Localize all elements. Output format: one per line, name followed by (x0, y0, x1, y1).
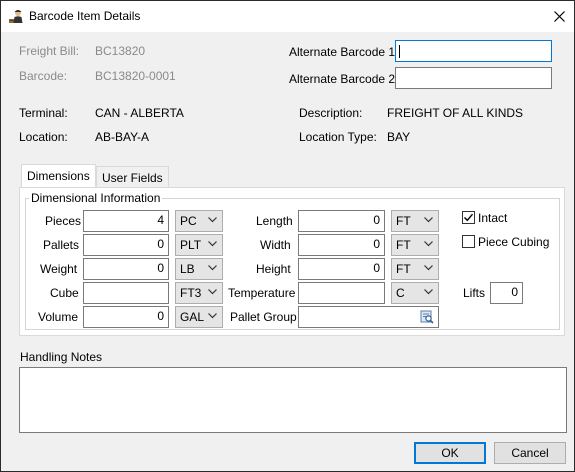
temperature-unit-value: C (396, 286, 405, 300)
pallets-label: Pallets (43, 238, 80, 252)
cube-input[interactable] (83, 282, 169, 304)
height-unit-value: FT (396, 262, 411, 276)
chevron-down-icon (424, 289, 433, 295)
pallets-unit-value: PLT (180, 238, 202, 252)
chevron-down-icon (424, 217, 433, 223)
barcode-label: Barcode: (19, 69, 68, 83)
width-unit-value: FT (396, 238, 411, 252)
text-caret (399, 45, 400, 58)
location-type-value: BAY (387, 130, 411, 144)
title-bar: Barcode Item Details (1, 1, 574, 32)
volume-unit-select[interactable]: GAL (175, 306, 223, 328)
pallets-input[interactable]: 0 (83, 234, 169, 256)
app-person-icon (8, 8, 24, 24)
intact-label: Intact (478, 211, 508, 225)
pieces-unit-value: PC (180, 214, 197, 228)
alternate-barcode-2-label: Alternate Barcode 2 (289, 72, 396, 86)
intact-checkbox[interactable] (462, 211, 475, 224)
height-input[interactable]: 0 (298, 258, 385, 280)
length-unit-value: FT (396, 214, 411, 228)
length-unit-select[interactable]: FT (391, 210, 439, 232)
barcode-item-details-dialog: Barcode Item Details Freight Bill: BC138… (0, 0, 575, 472)
height-unit-select[interactable]: FT (391, 258, 439, 280)
length-input[interactable]: 0 (298, 210, 385, 232)
location-label: Location: (19, 130, 68, 144)
freight-bill-label: Freight Bill: (19, 44, 80, 58)
barcode-value: BC13820-0001 (95, 69, 176, 83)
chevron-down-icon (208, 265, 217, 271)
cube-unit-value: FT3 (180, 286, 202, 300)
width-input[interactable]: 0 (298, 234, 385, 256)
piece-cubing-label: Piece Cubing (478, 235, 550, 249)
pieces-unit-select[interactable]: PC (175, 210, 223, 232)
chevron-down-icon (208, 217, 217, 223)
chevron-down-icon (424, 265, 433, 271)
cube-label: Cube (50, 286, 79, 300)
volume-input[interactable]: 0 (83, 306, 169, 328)
width-unit-select[interactable]: FT (391, 234, 439, 256)
width-label: Width (260, 238, 291, 252)
close-icon (553, 11, 565, 22)
weight-unit-value: LB (180, 262, 195, 276)
chevron-down-icon (424, 241, 433, 247)
description-label: Description: (299, 106, 363, 120)
freight-bill-value: BC13820 (95, 44, 146, 58)
length-label: Length (256, 214, 293, 228)
handling-notes-label: Handling Notes (20, 350, 103, 364)
pieces-label: Pieces (45, 214, 82, 228)
tab-dimensions[interactable]: Dimensions (21, 164, 96, 188)
weight-input[interactable]: 0 (83, 258, 169, 280)
pallet-group-label: Pallet Group (230, 310, 297, 324)
volume-label: Volume (38, 310, 79, 324)
terminal-label: Terminal: (19, 106, 68, 120)
chevron-down-icon (208, 313, 217, 319)
alternate-barcode-1-label: Alternate Barcode 1 (289, 45, 396, 59)
tab-user-fields[interactable]: User Fields (96, 166, 169, 188)
cube-unit-select[interactable]: FT3 (175, 282, 223, 304)
terminal-value: CAN - ALBERTA (95, 106, 184, 120)
pallets-unit-select[interactable]: PLT (175, 234, 223, 256)
lifts-label: Lifts (463, 286, 486, 300)
checkmark-icon (464, 213, 474, 222)
piece-cubing-checkbox[interactable] (462, 235, 475, 248)
alternate-barcode-1-input[interactable] (395, 40, 552, 62)
lookup-icon[interactable] (420, 310, 434, 324)
chevron-down-icon (208, 241, 217, 247)
alternate-barcode-2-input[interactable] (395, 67, 552, 89)
lifts-input[interactable]: 0 (490, 282, 523, 304)
cancel-button[interactable]: Cancel (494, 442, 566, 464)
weight-unit-select[interactable]: LB (175, 258, 223, 280)
pallet-group-input[interactable] (298, 306, 439, 328)
window-title: Barcode Item Details (29, 9, 141, 23)
dimensional-information-title: Dimensional Information (29, 191, 163, 205)
location-type-label: Location Type: (299, 130, 377, 144)
location-value: AB-BAY-A (95, 130, 150, 144)
chevron-down-icon (208, 289, 217, 295)
volume-unit-value: GAL (180, 310, 205, 324)
temperature-unit-select[interactable]: C (391, 282, 439, 304)
temperature-label: Temperature (228, 286, 296, 300)
pieces-input[interactable]: 4 (83, 210, 169, 232)
description-value: FREIGHT OF ALL KINDS (387, 106, 524, 120)
handling-notes-textarea[interactable] (19, 367, 567, 433)
height-label: Height (256, 262, 291, 276)
close-button[interactable] (544, 1, 574, 32)
weight-label: Weight (40, 262, 78, 276)
temperature-input[interactable] (298, 282, 385, 304)
ok-button[interactable]: OK (414, 442, 486, 464)
